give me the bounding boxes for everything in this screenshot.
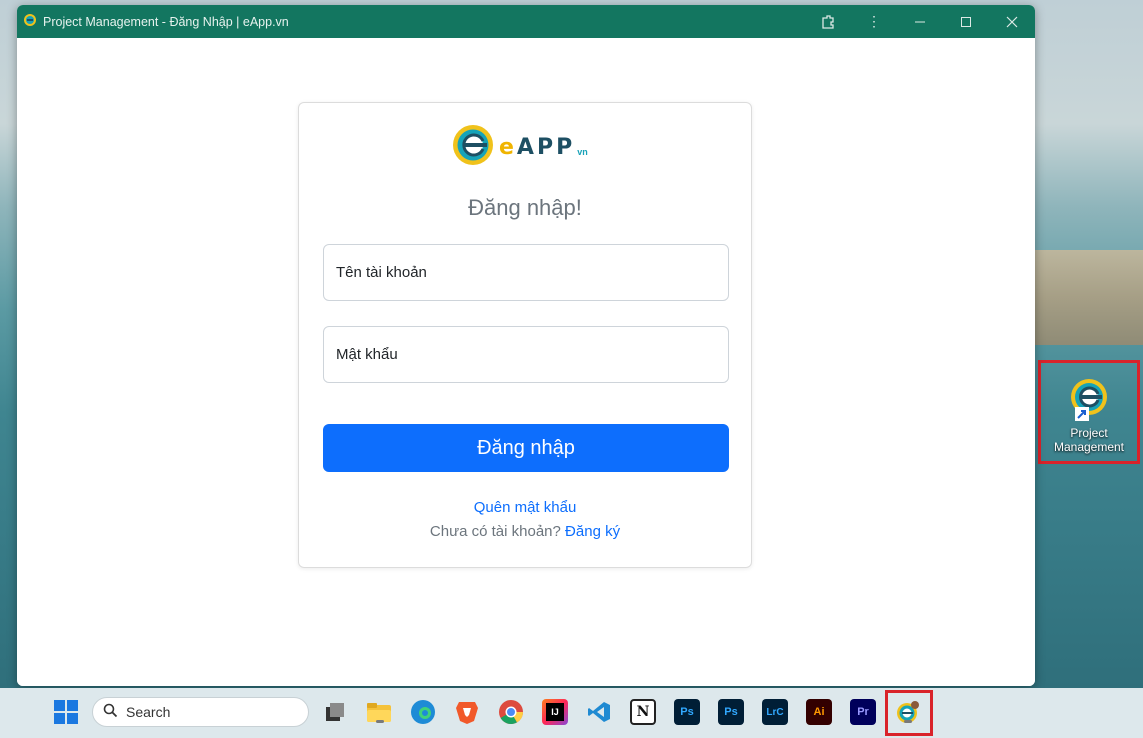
forgot-password-link[interactable]: Quên mật khẩu [299,499,751,516]
login-card: eAPP vn Đăng nhập! Đăng nhập Quên mật kh… [298,102,752,568]
taskbar-search[interactable]: Search [92,697,309,727]
desktop-wallpaper-grass [1035,250,1143,345]
extensions-icon[interactable] [805,5,851,38]
intellij-icon[interactable]: IJ [542,699,568,725]
notion-icon[interactable]: N [630,699,656,725]
window-title: Project Management - Đăng Nhập | eApp.vn [43,14,289,29]
illustrator-icon[interactable]: Ai [806,699,832,725]
window-content: eAPP vn Đăng nhập! Đăng nhập Quên mật kh… [17,38,1035,686]
shortcut-label-line1: Project [1070,426,1108,440]
brand-logo: eAPP vn [451,123,588,172]
file-explorer-icon[interactable] [366,699,392,725]
start-button[interactable] [54,700,78,724]
minimize-icon[interactable] [897,5,943,38]
desktop-shortcut-project-management[interactable]: Project Management [1038,360,1140,464]
login-heading: Đăng nhập! [468,195,582,220]
shortcut-arrow-icon [1075,407,1089,421]
more-icon[interactable]: ⋮ [851,5,897,38]
premiere-icon[interactable]: Pr [850,699,876,725]
chrome-icon[interactable] [498,699,524,725]
photoshop-2-icon[interactable]: Ps [718,699,744,725]
task-view-icon[interactable] [322,699,348,725]
shortcut-label-line2: Management [1053,440,1125,454]
login-button[interactable]: Đăng nhập [323,424,729,472]
running-indicator [904,720,912,723]
username-input[interactable] [323,244,729,301]
no-account-text: Chưa có tài khoản? [429,523,561,540]
register-link[interactable]: Đăng ký [565,523,620,540]
vscode-icon[interactable] [586,699,612,725]
brand-suffix: vn [577,147,588,157]
search-icon [103,703,118,721]
search-label: Search [126,704,171,720]
eapp-logo-icon [451,123,495,172]
edge-icon[interactable] [410,699,436,725]
app-window: Project Management - Đăng Nhập | eApp.vn… [17,5,1035,686]
eapp-logo-icon [1041,377,1137,422]
password-input[interactable] [323,326,729,383]
maximize-icon[interactable] [943,5,989,38]
running-indicator [376,720,384,723]
photoshop-icon[interactable]: Ps [674,699,700,725]
taskbar: Search IJ N Ps Ps LrC Ai Pr [0,688,1143,738]
project-management-app-icon[interactable] [895,699,921,725]
close-icon[interactable] [989,5,1035,38]
lightroom-classic-icon[interactable]: LrC [762,699,788,725]
brand-wordmark: eAPP [499,134,576,160]
brave-icon[interactable] [454,699,480,725]
app-logo-icon [23,13,37,30]
window-titlebar[interactable]: Project Management - Đăng Nhập | eApp.vn… [17,5,1035,38]
signup-prompt: Chưa có tài khoản? Đăng ký [299,523,751,540]
